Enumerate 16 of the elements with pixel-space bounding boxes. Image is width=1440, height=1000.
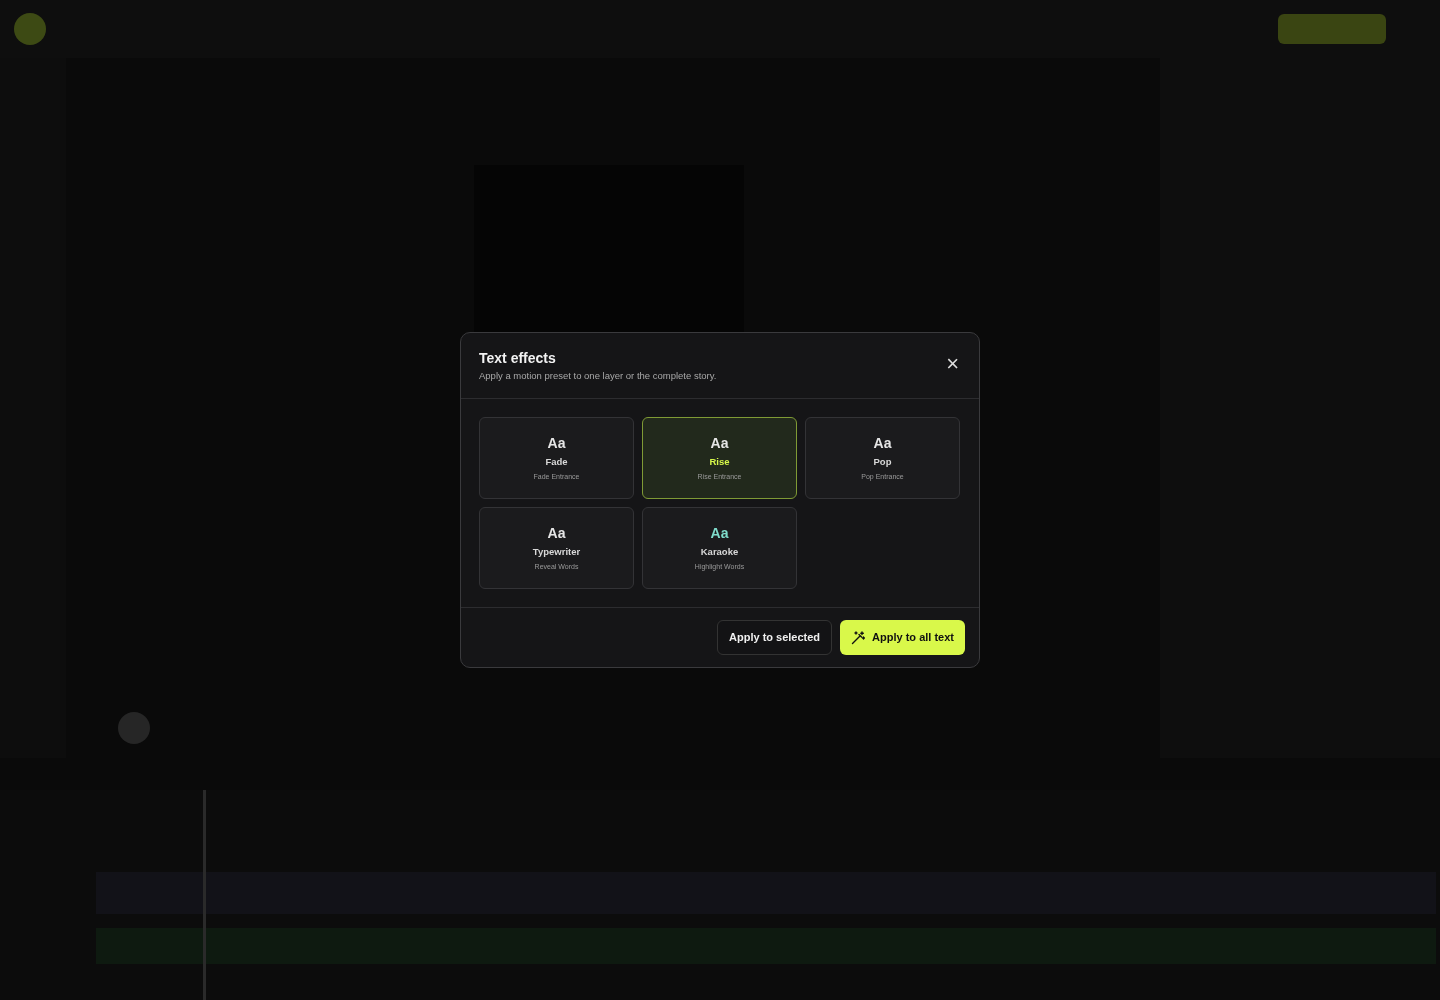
preset-name: Pop — [873, 454, 892, 469]
sample-text: Aa — [710, 524, 729, 542]
sample-text: Aa — [547, 524, 566, 542]
apply-selected-button[interactable]: Apply to selected — [717, 620, 833, 655]
close-button[interactable]: × — [944, 355, 961, 374]
preset-name: Rise — [709, 454, 730, 469]
sample-text: Aa — [710, 434, 729, 452]
dialog-subtitle: Apply a motion preset to one layer or the complete story. — [479, 369, 717, 384]
sample-text: Aa — [873, 434, 892, 452]
magic-wand-icon — [851, 630, 866, 645]
preset-name: Karaoke — [700, 544, 739, 559]
sample-text: Aa — [547, 434, 566, 452]
apply-all-button[interactable]: Apply to all text — [840, 620, 965, 655]
preset-name: Fade — [545, 454, 568, 469]
dialog-title: Text effects — [479, 350, 557, 368]
preset-name: Typewriter — [532, 544, 581, 559]
